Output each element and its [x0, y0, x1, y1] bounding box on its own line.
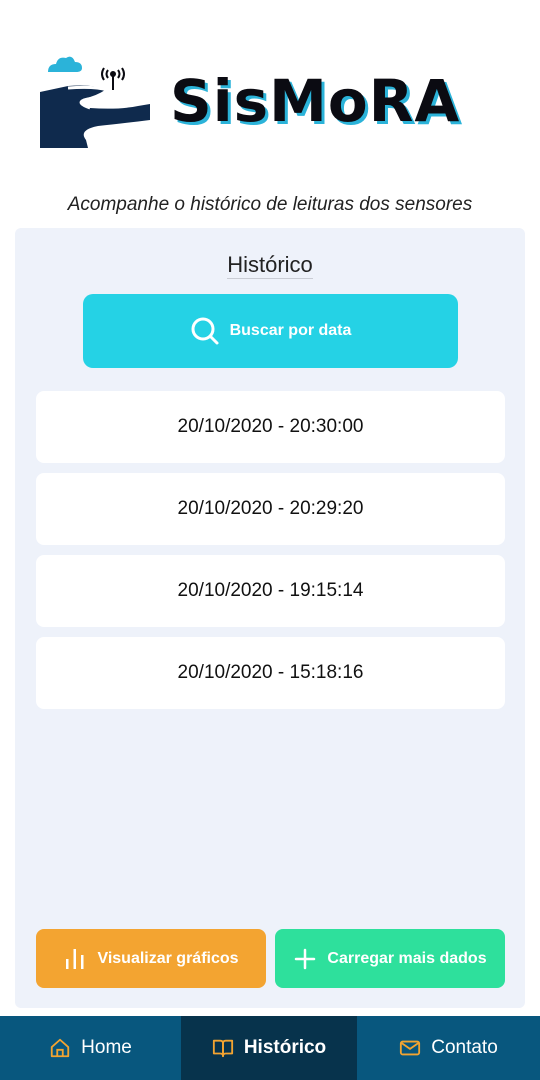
- search-by-date-button[interactable]: Buscar por data: [83, 294, 458, 368]
- list-item[interactable]: 20/10/2020 - 19:15:14: [36, 555, 505, 627]
- bar-chart-icon: [66, 948, 84, 969]
- list-item[interactable]: 20/10/2020 - 15:18:16: [36, 637, 505, 709]
- page-subtitle: Acompanhe o histórico de leituras dos se…: [67, 194, 473, 215]
- bottom-navigation: Home Histórico Contato: [0, 1016, 540, 1080]
- nav-item-contact[interactable]: Contato: [357, 1016, 540, 1080]
- list-item[interactable]: 20/10/2020 - 20:30:00: [36, 391, 505, 463]
- history-panel: Histórico Buscar por data 20/10/2020 - 2…: [15, 228, 525, 1008]
- app-logo: SisMoRA: [38, 50, 498, 155]
- search-icon: [191, 317, 219, 345]
- records-list: 20/10/2020 - 20:30:00 20/10/2020 - 20:29…: [36, 391, 505, 719]
- river-sensor-logo-icon: [40, 56, 150, 148]
- home-icon: [50, 1038, 70, 1058]
- search-button-label: Buscar por data: [229, 322, 352, 339]
- list-item[interactable]: 20/10/2020 - 20:29:20: [36, 473, 505, 545]
- logo-text: SisMoRA: [170, 67, 461, 135]
- panel-title-text: Histórico: [227, 252, 313, 279]
- plus-icon: [295, 948, 316, 969]
- nav-home-label: Home: [81, 1037, 132, 1058]
- mail-icon: [400, 1040, 421, 1056]
- book-icon: [212, 1039, 233, 1058]
- nav-contact-label: Contato: [431, 1037, 498, 1058]
- nav-history-label: Histórico: [243, 1037, 327, 1058]
- view-charts-label: Visualizar gráficos: [97, 949, 239, 967]
- panel-title: Histórico: [15, 252, 525, 279]
- nav-item-home[interactable]: Home: [0, 1016, 181, 1080]
- nav-item-history[interactable]: Histórico: [181, 1016, 357, 1080]
- load-more-button[interactable]: Carregar mais dados: [275, 929, 505, 988]
- load-more-label: Carregar mais dados: [327, 949, 487, 967]
- view-charts-button[interactable]: Visualizar gráficos: [36, 929, 266, 988]
